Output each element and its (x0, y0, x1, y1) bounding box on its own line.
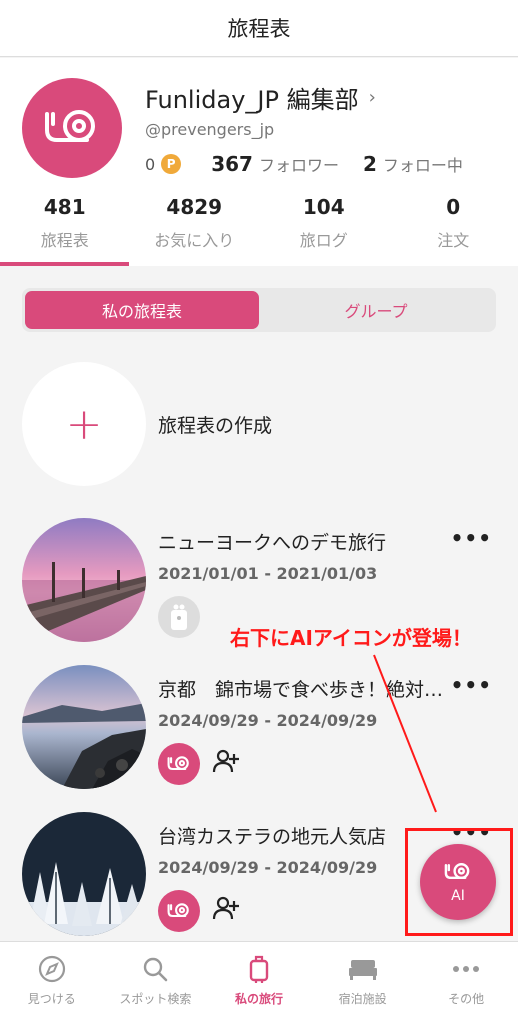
tab-label: お気に入り (154, 231, 235, 250)
ai-button-label: AI (451, 888, 465, 904)
add-user-icon[interactable] (212, 895, 240, 927)
annotation-text: 右下にAIアイコンが登場！ (230, 626, 472, 650)
app-header: 旅程表 (0, 0, 518, 57)
nav-more[interactable]: その他 (414, 942, 518, 1024)
list-item[interactable]: 京都 錦市場で食べ歩き！絶対外… ••• 2024/09/29 - 2024/0… (22, 665, 496, 795)
followers-count[interactable]: 367 (211, 152, 253, 176)
snail-logo-icon (167, 903, 189, 918)
robot-avatar-icon[interactable] (158, 596, 200, 638)
tab-count: 4829 (166, 195, 223, 219)
tab-itineraries[interactable]: 481 旅程表 (0, 193, 130, 266)
more-icon[interactable]: ••• (451, 526, 492, 550)
bottom-nav: 見つける スポット検索 私の旅行 宿泊施設 その他 (0, 941, 518, 1024)
page-title: 旅程表 (227, 17, 291, 41)
following-count[interactable]: 2 (363, 152, 377, 176)
segment-group[interactable]: グループ (259, 291, 493, 329)
trip-title: ニューヨークへのデモ旅行 (158, 532, 387, 554)
snail-logo-icon (45, 110, 95, 142)
nav-spot-search[interactable]: スポット検索 (104, 942, 208, 1024)
more-icon (452, 954, 480, 984)
trip-thumbnail (22, 665, 146, 789)
following-label[interactable]: フォロー中 (383, 152, 463, 176)
tab-label: 注文 (437, 231, 470, 250)
avatar[interactable] (22, 78, 122, 178)
followers-label[interactable]: フォロワー (259, 152, 339, 176)
plus-icon[interactable]: + (22, 362, 146, 486)
nav-label: 私の旅行 (234, 992, 283, 1006)
trip-dates: 2024/09/29 - 2024/09/29 (158, 858, 378, 877)
tab-label: 旅程表 (40, 231, 89, 250)
trip-dates: 2024/09/29 - 2024/09/29 (158, 711, 378, 730)
coin-icon: P (161, 154, 182, 174)
nav-accommodation[interactable]: 宿泊施設 (311, 942, 415, 1024)
search-icon (141, 954, 169, 984)
trip-members (158, 743, 240, 785)
tab-count: 0 (446, 195, 461, 219)
snail-logo-icon (167, 756, 189, 771)
nav-discover[interactable]: 見つける (0, 942, 104, 1024)
compass-icon (38, 954, 66, 984)
nav-my-trips[interactable]: 私の旅行 (207, 942, 311, 1024)
trip-thumbnail (22, 518, 146, 642)
nav-label: 見つける (27, 992, 76, 1006)
profile-tabs: 481 旅程表 4829 お気に入り 104 旅ログ 0 注文 (0, 193, 518, 266)
avatar[interactable] (158, 890, 200, 932)
bed-icon (347, 954, 379, 984)
points-count: 0 (145, 154, 156, 174)
nav-label: 宿泊施設 (338, 992, 387, 1006)
tab-label: 旅ログ (299, 231, 348, 250)
profile-section: Funliday_JP 編集部 › @prevengers_jp 0 P 367… (0, 58, 518, 266)
trip-title: 京都 錦市場で食べ歩き！絶対外… (158, 679, 448, 701)
profile-name[interactable]: Funliday_JP 編集部 › (145, 80, 376, 115)
tab-count: 481 (43, 195, 86, 219)
more-icon[interactable]: ••• (451, 673, 492, 697)
nav-label: スポット検索 (119, 992, 192, 1006)
trip-dates: 2021/01/01 - 2021/01/03 (158, 564, 378, 583)
segment-my-itineraries[interactable]: 私の旅程表 (25, 291, 259, 329)
suitcase-icon (247, 954, 271, 984)
tab-count: 104 (302, 195, 345, 219)
profile-handle: @prevengers_jp (145, 120, 275, 139)
itinerary-segment-control: 私の旅程表 グループ (22, 288, 496, 332)
trip-thumbnail (22, 812, 146, 936)
chevron-right-icon: › (368, 87, 376, 108)
tab-orders[interactable]: 0 注文 (389, 193, 518, 266)
ai-button[interactable]: AI (420, 844, 496, 920)
avatar[interactable] (158, 743, 200, 785)
tab-travel-logs[interactable]: 104 旅ログ (259, 193, 389, 266)
snail-logo-icon (444, 863, 470, 880)
trip-members (158, 596, 200, 638)
create-itinerary[interactable]: + 旅程表の作成 (22, 362, 272, 486)
profile-name-text: Funliday_JP 編集部 (145, 86, 359, 114)
tab-favorites[interactable]: 4829 お気に入り (130, 193, 260, 266)
trip-members (158, 890, 240, 932)
profile-stats: 0 P 367 フォロワー 2 フォロー中 (145, 152, 487, 176)
nav-label: その他 (448, 992, 485, 1006)
create-itinerary-label: 旅程表の作成 (158, 414, 273, 437)
add-user-icon[interactable] (212, 748, 240, 780)
